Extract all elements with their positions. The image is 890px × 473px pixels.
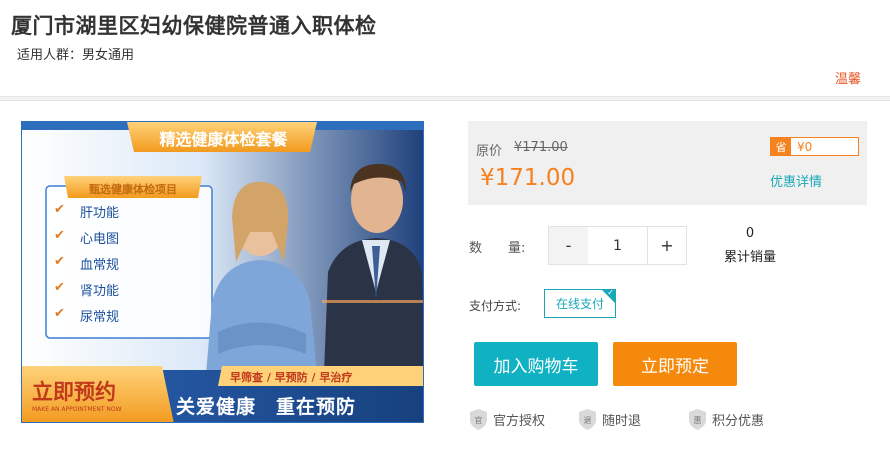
shield-glyph: 退	[584, 416, 592, 425]
banner-item: 尿常规	[80, 310, 120, 325]
product-title: 厦门市湖里区妇幼保健院普通入职体检	[11, 14, 377, 38]
check-icon: ✓	[607, 289, 614, 297]
savings-badge: 省 ¥0	[770, 137, 859, 156]
guarantee-item: 退 随时退	[579, 409, 641, 430]
product-main: 精选健康体检套餐 甄选健康体检项目 ✔ 肝功能 ✔ 心电图 ✔ 血常规 ✔ 肾功…	[0, 100, 890, 473]
banner-title: 精选健康体检套餐	[159, 130, 288, 149]
shield-glyph: 惠	[694, 415, 702, 425]
payment-option-label: 在线支付	[555, 297, 604, 311]
quantity-input[interactable]	[588, 227, 647, 264]
decrement-button[interactable]: -	[549, 227, 588, 264]
banner-item: 肝功能	[80, 206, 120, 221]
banner-item: 血常规	[80, 258, 120, 273]
guarantee-label: 随时退	[602, 414, 642, 429]
guarantee-item: 惠 积分优惠	[689, 409, 764, 430]
product-header: 厦门市湖里区妇幼保健院普通入职体检 适用人群：男女通用 温馨	[0, 0, 890, 97]
banner-check-icon: ✔	[54, 202, 65, 217]
banner-strip: 早筛查 / 早预防 / 早治疗	[230, 371, 353, 384]
book-now-button[interactable]: 立即预定	[613, 342, 737, 386]
shield-icon: 退	[579, 409, 596, 430]
shield-icon: 官	[470, 409, 487, 430]
banner-subtitle: 甄选健康体检项目	[89, 183, 177, 196]
current-price: ¥171.00	[480, 165, 576, 191]
original-price-label: 原价	[476, 144, 503, 159]
sales-count-label: 累计销量	[723, 250, 776, 265]
banner-cta: 立即预约	[32, 380, 116, 404]
payment-method-label: 支付方式:	[469, 299, 522, 313]
quantity-stepper: - +	[548, 226, 687, 265]
original-price: ¥171.00	[514, 140, 568, 155]
promo-details-link[interactable]: 优惠详情	[770, 171, 822, 190]
guarantee-item: 官 官方授权	[470, 409, 545, 430]
payment-option-online[interactable]: 在线支付 ✓	[544, 289, 616, 318]
save-icon: 省	[771, 138, 791, 155]
increment-button[interactable]: +	[647, 227, 686, 264]
banner-check-icon: ✔	[54, 306, 65, 321]
guarantee-label: 官方授权	[493, 414, 546, 429]
banner-item: 肾功能	[80, 284, 120, 299]
banner-check-icon: ✔	[54, 254, 65, 269]
banner-slogan: 关爱健康 重在预防	[176, 396, 357, 418]
guarantee-label: 积分优惠	[712, 414, 765, 429]
price-panel: 原价 ¥171.00 ¥171.00 省 ¥0 优惠详情	[468, 121, 867, 205]
banner-cta-sub: MAKE AN APPOINTMENT NOW	[32, 406, 122, 413]
applicable-group: 适用人群：男女通用	[17, 48, 135, 63]
product-banner-image: 精选健康体检套餐 甄选健康体检项目 ✔ 肝功能 ✔ 心电图 ✔ 血常规 ✔ 肾功…	[21, 121, 424, 423]
savings-amount: ¥0	[797, 139, 813, 154]
shield-glyph: 官	[475, 415, 483, 425]
quantity-label: 数 量:	[469, 241, 526, 256]
shield-icon: 惠	[689, 409, 706, 430]
banner-item: 心电图	[80, 232, 120, 247]
banner-check-icon: ✔	[54, 280, 65, 295]
notice-link[interactable]: 温馨	[835, 68, 861, 87]
banner-check-icon: ✔	[54, 228, 65, 243]
sales-count: 0	[745, 226, 755, 241]
add-to-cart-button[interactable]: 加入购物车	[474, 342, 598, 386]
